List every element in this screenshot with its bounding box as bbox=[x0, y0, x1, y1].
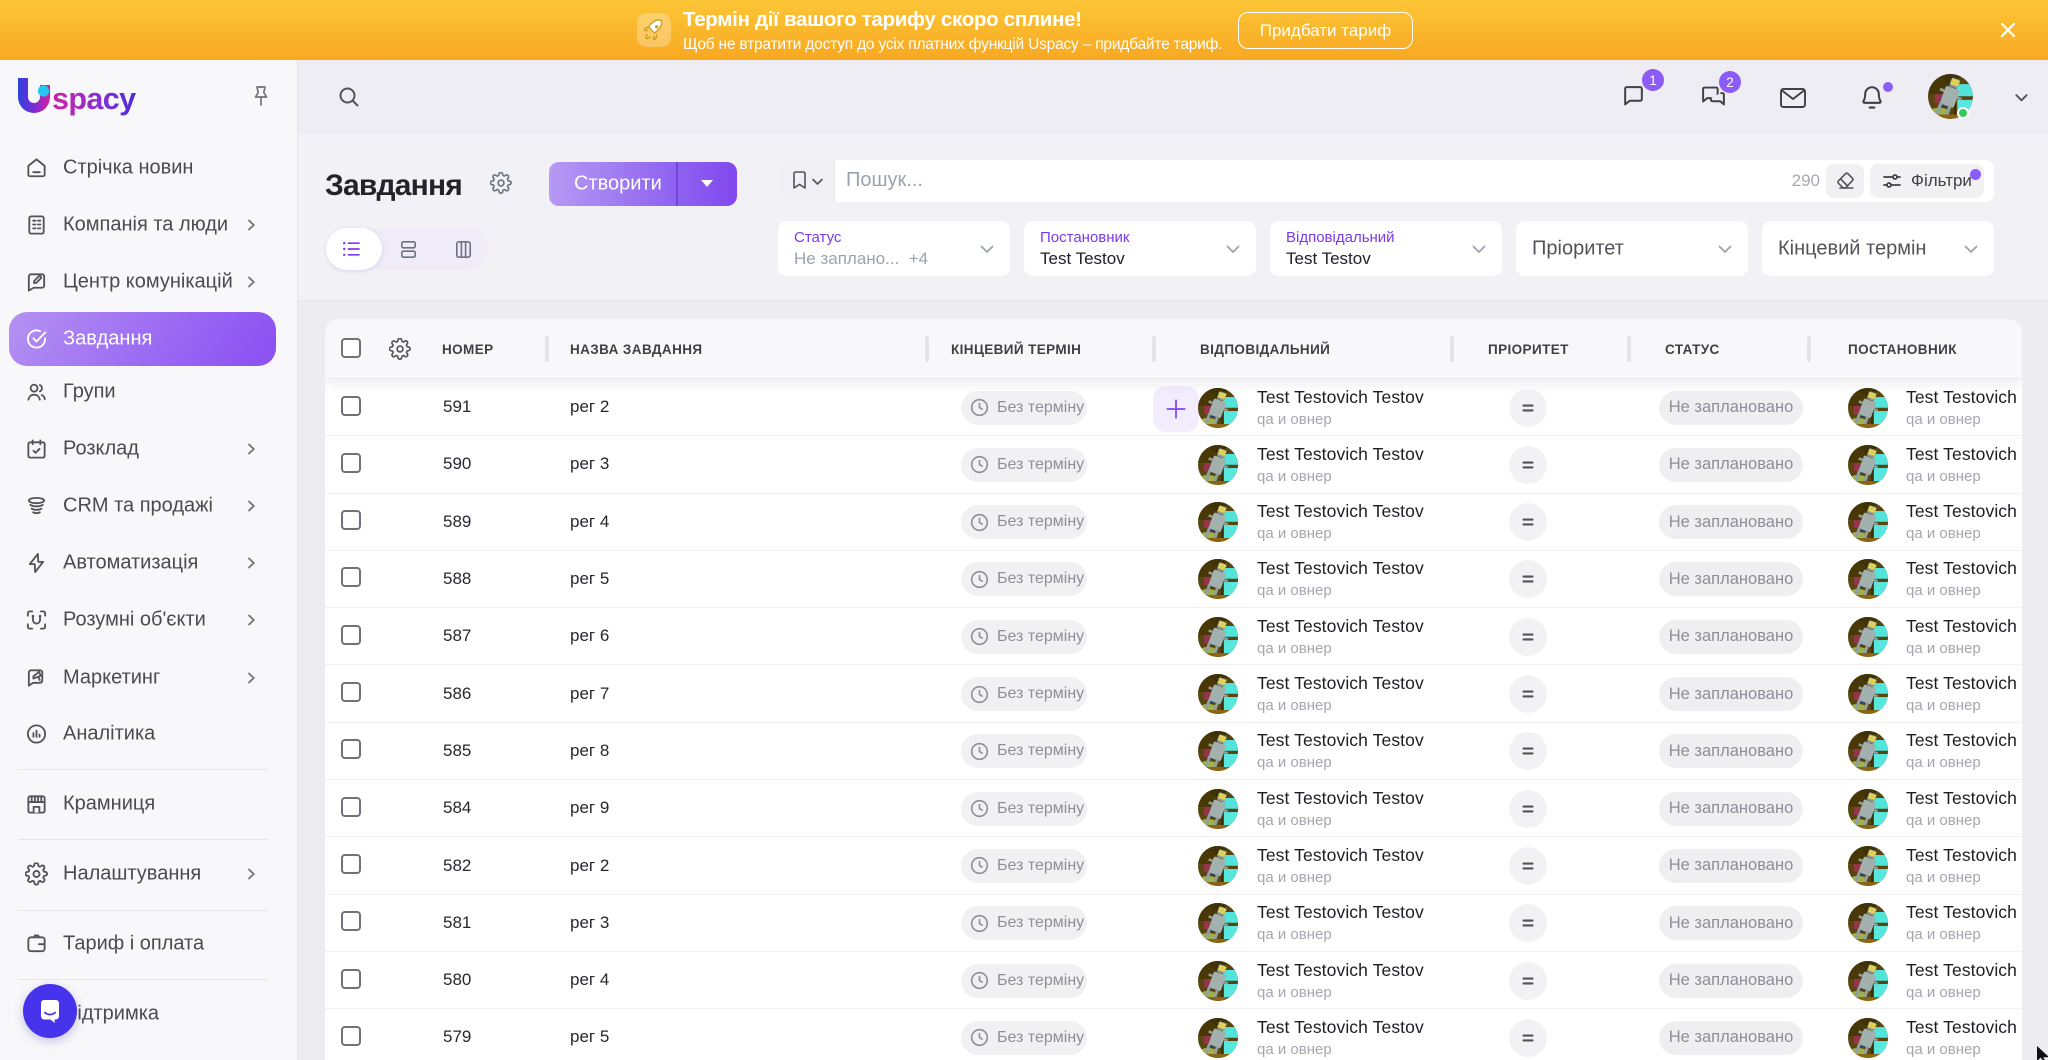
svg-text:spacy: spacy bbox=[52, 82, 136, 116]
